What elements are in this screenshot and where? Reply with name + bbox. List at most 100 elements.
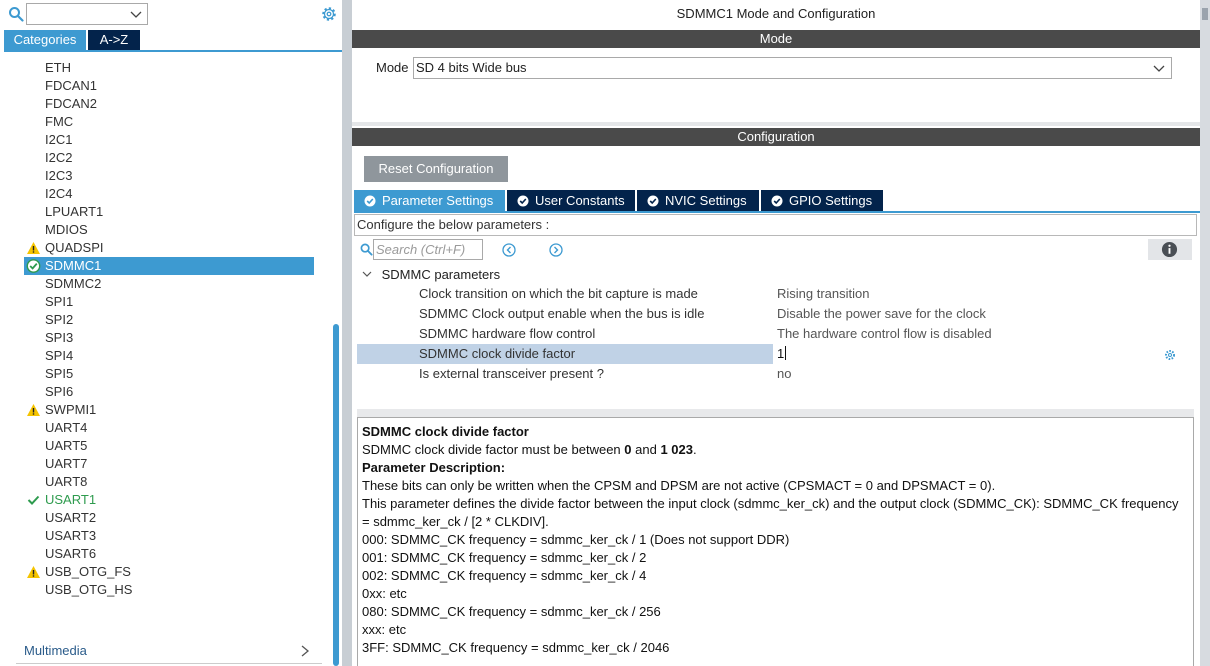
chevron-right-icon (301, 645, 310, 657)
list-item[interactable]: USB_OTG_FS (24, 563, 314, 581)
parameter-name: SDMMC clock divide factor (419, 346, 576, 361)
chevron-down-icon[interactable] (130, 8, 142, 20)
list-item-label: USART6 (45, 546, 97, 561)
list-item[interactable]: LPUART1 (24, 203, 314, 221)
description-range: SDMMC clock divide factor must be betwee… (362, 442, 697, 457)
list-item[interactable]: UART7 (24, 455, 314, 473)
list-item[interactable]: UART8 (24, 473, 314, 491)
tab-label: Parameter Settings (382, 193, 494, 208)
parameter-name: Is external transceiver present ? (419, 366, 604, 381)
check-circle-icon (26, 259, 41, 273)
search-icon (360, 243, 373, 256)
parameter-value-editor[interactable]: 1 (773, 344, 1177, 364)
list-item[interactable]: FDCAN2 (24, 95, 314, 113)
list-item[interactable]: I2C2 (24, 149, 314, 167)
peripheral-list: ETH FDCAN1 FDCAN2 FMC I2C1 I2C2 I2C3 I2C4 LPUART… (24, 59, 314, 599)
configuration-section-header: Configuration (352, 128, 1200, 146)
gear-icon[interactable] (1164, 349, 1176, 361)
warning-icon (27, 404, 40, 416)
list-item[interactable]: SPI3 (24, 329, 314, 347)
list-item-label: I2C4 (45, 186, 73, 201)
list-item[interactable]: USART1 (24, 491, 314, 509)
category-multimedia[interactable]: Multimedia (24, 641, 318, 661)
list-item-label: I2C3 (45, 168, 73, 183)
list-item-label: UART5 (45, 438, 88, 453)
tab-nvic-settings[interactable]: NVIC Settings (637, 190, 759, 211)
list-item[interactable]: USART3 (24, 527, 314, 545)
list-item-label: FDCAN1 (45, 78, 98, 93)
scrollbar-thumb[interactable] (1202, 8, 1208, 20)
list-item[interactable]: SWPMI1 (24, 401, 314, 419)
parameter-search: Search (Ctrl+F) (360, 239, 484, 261)
list-item[interactable]: QUADSPI (24, 239, 314, 257)
reset-configuration-button[interactable]: Reset Configuration (364, 156, 508, 182)
list-item[interactable]: SPI1 (24, 293, 314, 311)
list-item[interactable]: SPI4 (24, 347, 314, 365)
list-item[interactable]: SPI2 (24, 311, 314, 329)
check-circle-icon (771, 195, 783, 206)
tab-gpio-settings[interactable]: GPIO Settings (761, 190, 883, 211)
list-item-label: USART2 (45, 510, 97, 525)
description-title: SDMMC clock divide factor (362, 424, 529, 439)
right-scrollbar[interactable] (1200, 0, 1210, 666)
app-root: Categories A->Z ETH FDCAN1 FDCAN2 FMC I2C1 I2… (0, 0, 1210, 666)
arrow-left-circle-icon[interactable] (502, 243, 516, 257)
list-item[interactable]: FMC (24, 113, 314, 131)
table-row[interactable]: Is external transceiver present ? no (357, 364, 1177, 384)
list-item[interactable]: USART6 (24, 545, 314, 563)
page-title: SDMMC1 Mode and Configuration (676, 6, 876, 21)
list-item-label: SPI5 (45, 366, 74, 381)
list-item-label: SPI6 (45, 384, 74, 399)
list-item-label: FDCAN2 (45, 96, 98, 111)
tab-categories[interactable]: Categories (4, 30, 86, 50)
list-item[interactable]: MDIOS (24, 221, 314, 239)
list-item-label: QUADSPI (45, 240, 104, 255)
list-item[interactable]: I2C3 (24, 167, 314, 185)
description-scrollbar[interactable] (357, 409, 1194, 417)
gear-icon[interactable] (320, 5, 338, 23)
list-item-label: SPI2 (45, 312, 74, 327)
parameter-value: Rising transition (777, 286, 870, 301)
list-item[interactable]: SPI6 (24, 383, 314, 401)
tab-parameter-settings[interactable]: Parameter Settings (354, 190, 505, 211)
list-item-label: I2C1 (45, 132, 73, 147)
search-icon[interactable] (8, 6, 24, 22)
scrollbar-thumb[interactable] (333, 324, 339, 666)
description-line: 000: SDMMC_CK frequency = sdmmc_ker_ck /… (362, 532, 790, 547)
list-item[interactable]: UART5 (24, 437, 314, 455)
description-line: This parameter defines the divide factor… (362, 496, 1179, 529)
list-item[interactable]: I2C4 (24, 185, 314, 203)
list-item[interactable]: SDMMC2 (24, 275, 314, 293)
list-item[interactable]: I2C1 (24, 131, 314, 149)
list-item-label: UART4 (45, 420, 88, 435)
info-icon (1161, 241, 1178, 258)
panel-splitter[interactable] (342, 0, 352, 666)
parameter-description: SDMMC clock divide factor SDMMC clock di… (357, 417, 1194, 666)
tab-a-z[interactable]: A->Z (88, 30, 140, 50)
tab-label: User Constants (535, 193, 625, 208)
description-heading: Parameter Description: (362, 460, 506, 475)
list-item[interactable]: SDMMC1 (24, 257, 314, 275)
list-item[interactable]: FDCAN1 (24, 77, 314, 95)
list-item-label: UART8 (45, 474, 88, 489)
list-item[interactable]: ETH (24, 59, 314, 77)
divider (352, 122, 1200, 126)
table-row[interactable]: SDMMC Clock output enable when the bus i… (357, 304, 1177, 324)
peripheral-search-combo[interactable] (26, 3, 148, 25)
info-button[interactable] (1148, 239, 1192, 260)
table-row[interactable]: SDMMC clock divide factor 1 (357, 344, 1177, 364)
tab-underline (4, 50, 342, 52)
parameter-search-input[interactable]: Search (Ctrl+F) (373, 239, 483, 260)
tab-user-constants[interactable]: User Constants (507, 190, 635, 211)
mode-select[interactable]: SD 4 bits Wide bus (413, 57, 1172, 79)
table-row[interactable]: Clock transition on which the bit captur… (357, 284, 1177, 304)
list-item-label: SDMMC1 (45, 258, 102, 273)
table-row[interactable]: SDMMC hardware flow control The hardware … (357, 324, 1177, 344)
list-item[interactable]: UART4 (24, 419, 314, 437)
list-item[interactable]: SPI5 (24, 365, 314, 383)
chevron-down-icon (362, 271, 372, 277)
parameter-group-header[interactable]: SDMMC parameters (362, 266, 500, 284)
arrow-right-circle-icon[interactable] (549, 243, 563, 257)
list-item[interactable]: USART2 (24, 509, 314, 527)
list-item[interactable]: USB_OTG_HS (24, 581, 314, 599)
